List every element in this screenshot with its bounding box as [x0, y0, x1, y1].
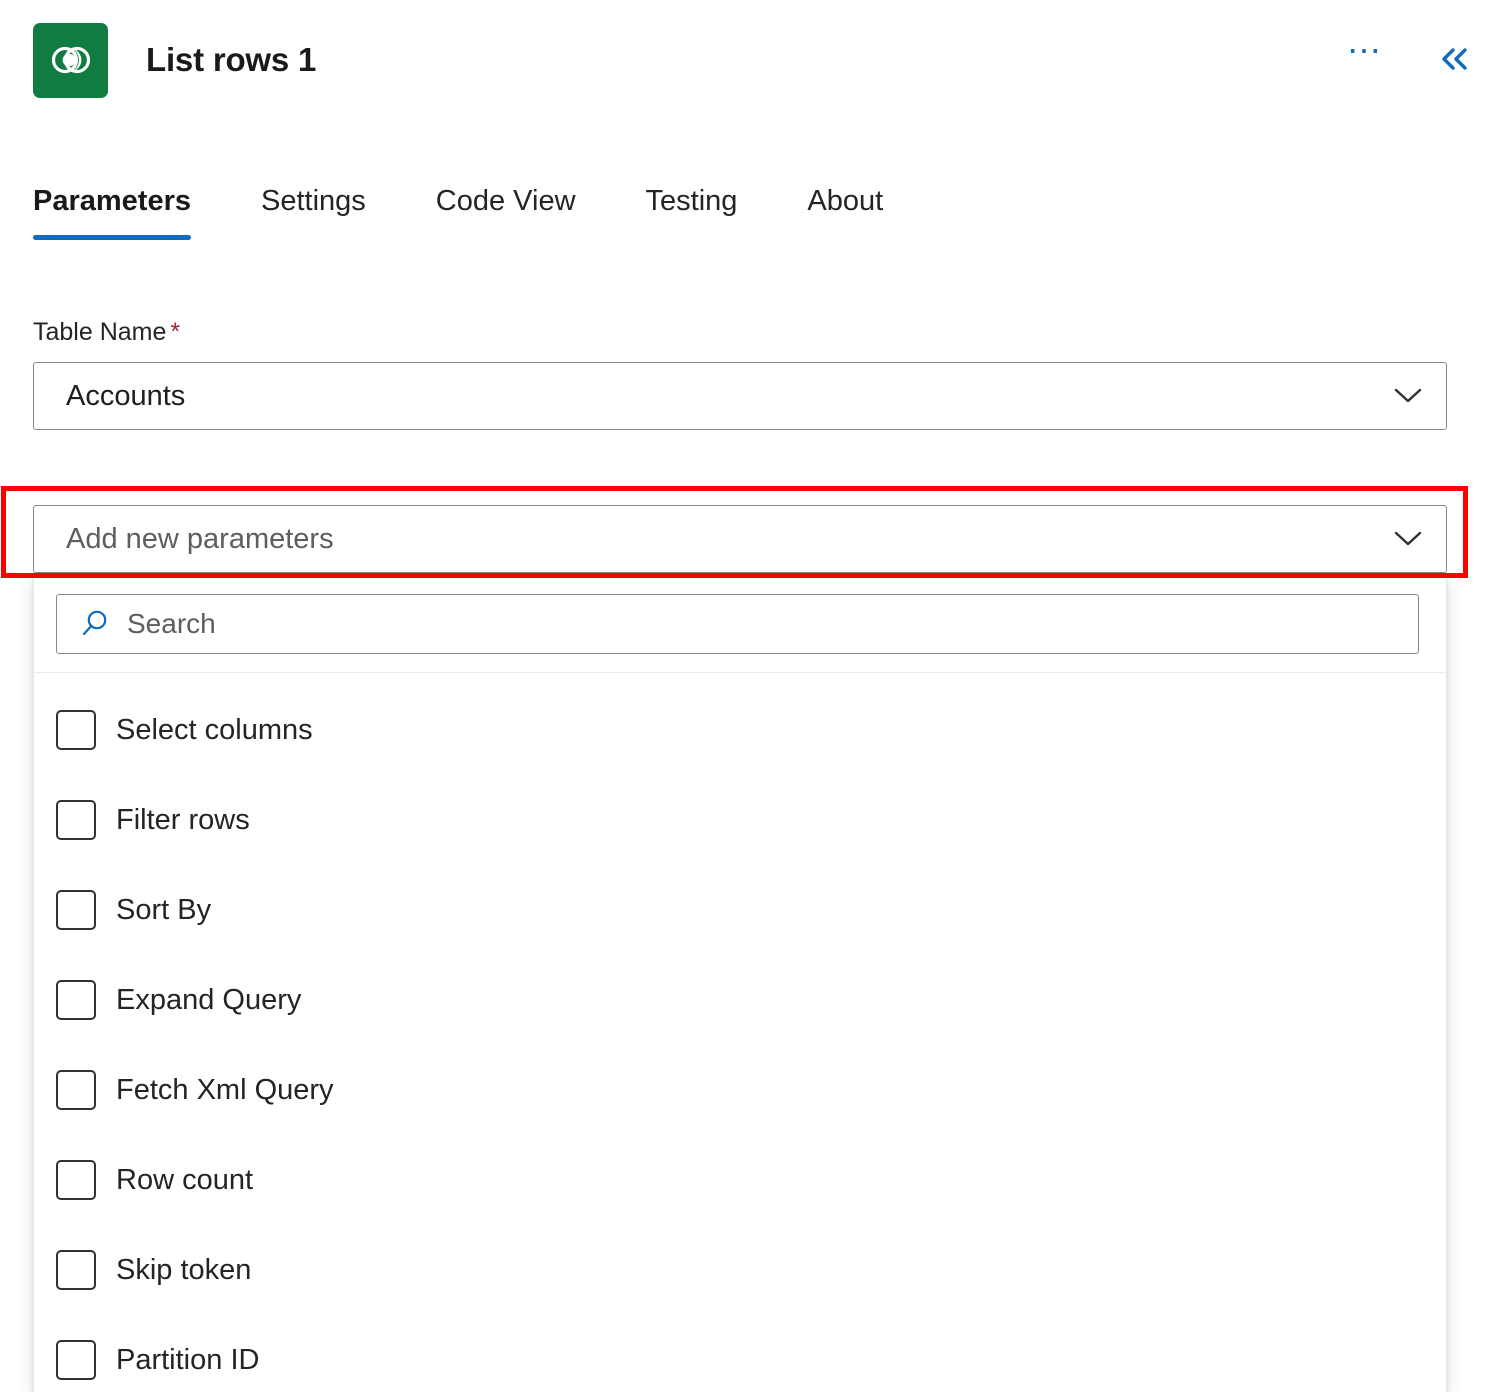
collapse-panel-button[interactable] [1434, 40, 1476, 81]
add-new-parameters-dropdown[interactable]: Add new parameters [33, 505, 1447, 573]
search-icon [73, 608, 117, 640]
option-partition-id[interactable]: Partition ID [34, 1315, 1446, 1392]
option-fetch-xml-query[interactable]: Fetch Xml Query [34, 1045, 1446, 1135]
checkbox-icon[interactable] [56, 1160, 96, 1200]
option-label: Partition ID [116, 1344, 259, 1377]
panel-header: List rows 1 ⋯ [0, 0, 1512, 120]
table-name-value: Accounts [66, 380, 1388, 413]
checkbox-icon[interactable] [56, 1340, 96, 1380]
ellipsis-icon: ⋯ [1347, 42, 1384, 60]
option-label: Skip token [116, 1254, 251, 1287]
chevron-down-icon [1388, 387, 1428, 405]
search-box[interactable] [56, 594, 1419, 654]
add-new-parameters-placeholder: Add new parameters [66, 523, 1388, 556]
table-name-label: Table Name* [33, 318, 180, 347]
double-chevron-left-icon [1438, 44, 1472, 77]
tab-about[interactable]: About [807, 185, 883, 240]
checkbox-icon[interactable] [56, 890, 96, 930]
option-skip-token[interactable]: Skip token [34, 1225, 1446, 1315]
option-label: Select columns [116, 714, 313, 747]
parameter-option-list: Select columns Filter rows Sort By Expan… [34, 673, 1446, 1392]
tab-parameters[interactable]: Parameters [33, 185, 191, 240]
chevron-down-icon [1388, 530, 1428, 548]
checkbox-icon[interactable] [56, 1070, 96, 1110]
option-label: Sort By [116, 894, 211, 927]
checkbox-icon[interactable] [56, 1250, 96, 1290]
option-label: Fetch Xml Query [116, 1074, 334, 1107]
search-container [34, 578, 1446, 672]
dataverse-logo-icon [33, 23, 108, 98]
page-title: List rows 1 [146, 41, 316, 79]
header-actions: ⋯ [1343, 40, 1490, 81]
option-expand-query[interactable]: Expand Query [34, 955, 1446, 1045]
parameters-dropdown-panel: Select columns Filter rows Sort By Expan… [33, 578, 1447, 1392]
tab-settings[interactable]: Settings [261, 185, 366, 240]
checkbox-icon[interactable] [56, 710, 96, 750]
table-name-label-text: Table Name [33, 318, 166, 346]
checkbox-icon[interactable] [56, 800, 96, 840]
option-filter-rows[interactable]: Filter rows [34, 775, 1446, 865]
option-row-count[interactable]: Row count [34, 1135, 1446, 1225]
tab-testing[interactable]: Testing [646, 185, 738, 240]
option-label: Expand Query [116, 984, 301, 1017]
tab-code-view[interactable]: Code View [436, 185, 576, 240]
table-name-dropdown[interactable]: Accounts [33, 362, 1447, 430]
checkbox-icon[interactable] [56, 980, 96, 1020]
more-actions-button[interactable]: ⋯ [1343, 47, 1388, 73]
option-select-columns[interactable]: Select columns [34, 685, 1446, 775]
option-sort-by[interactable]: Sort By [34, 865, 1446, 955]
required-asterisk: * [170, 318, 180, 346]
tab-bar: Parameters Settings Code View Testing Ab… [0, 185, 1512, 263]
option-label: Row count [116, 1164, 253, 1197]
search-input[interactable] [117, 608, 1402, 640]
option-label: Filter rows [116, 804, 250, 837]
action-details-panel: List rows 1 ⋯ Parameters Settings [0, 0, 1512, 1392]
